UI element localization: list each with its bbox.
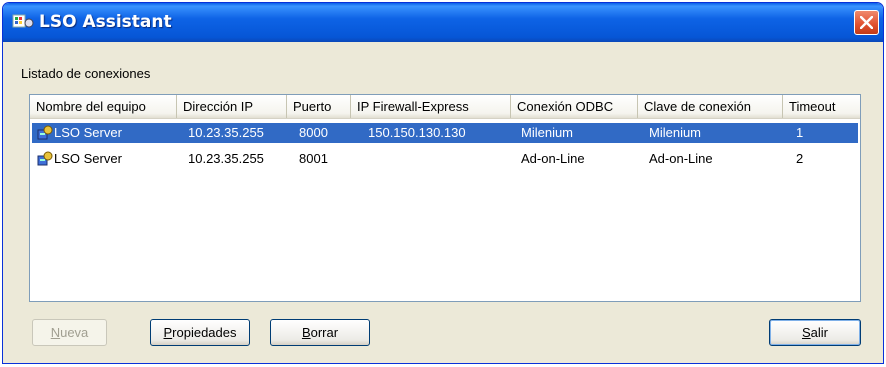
column-header-clave[interactable]: Clave de conexión [638, 95, 783, 118]
propiedades-button[interactable]: Propiedades [150, 319, 250, 346]
cell-timeout: 1 [796, 125, 804, 140]
list-header: Nombre del equipo Dirección IP Puerto IP… [30, 95, 860, 119]
lso-assistant-window: LSO Assistant Listado de conexiones Nomb… [2, 2, 884, 364]
column-header-timeout[interactable]: Timeout [783, 95, 860, 118]
column-header-odbc[interactable]: Conexión ODBC [511, 95, 638, 118]
cell-nombre: LSO Server [54, 125, 122, 140]
cell-timeout: 2 [796, 151, 804, 166]
nueva-mnemonic: N [50, 325, 61, 340]
nueva-button[interactable]: Nueva [32, 319, 107, 346]
server-connection-icon [37, 151, 53, 166]
borrar-button[interactable]: Borrar [270, 319, 370, 346]
close-icon [860, 16, 873, 29]
cell-firewall: 150.150.130.130 [368, 125, 466, 140]
nueva-label: ueva [60, 325, 89, 340]
table-row[interactable]: LSO Server 10.23.35.255 8000 150.150.130… [32, 123, 858, 143]
window-title: LSO Assistant [39, 12, 172, 32]
column-header-firewall[interactable]: IP Firewall-Express [351, 95, 511, 118]
connections-listview[interactable]: Nombre del equipo Dirección IP Puerto IP… [29, 94, 861, 302]
borrar-label: orrar [310, 325, 339, 340]
table-row[interactable]: LSO Server 10.23.35.255 8001 Ad-on-Line … [32, 149, 858, 169]
propiedades-label: ropiedades [172, 325, 237, 340]
column-header-ip[interactable]: Dirección IP [177, 95, 287, 118]
close-button[interactable] [854, 10, 879, 35]
salir-label: alir [810, 325, 828, 340]
salir-button[interactable]: Salir [769, 319, 861, 346]
cell-odbc: Ad-on-Line [521, 151, 585, 166]
cell-ip: 10.23.35.255 [188, 151, 264, 166]
lso-app-icon [12, 13, 34, 30]
cell-odbc: Milenium [521, 125, 574, 140]
cell-puerto: 8001 [299, 151, 328, 166]
server-connection-icon [37, 125, 53, 140]
column-header-nombre[interactable]: Nombre del equipo [30, 95, 177, 118]
propiedades-mnemonic: P [163, 325, 173, 340]
cell-clave: Milenium [649, 125, 702, 140]
cell-clave: Ad-on-Line [649, 151, 713, 166]
salir-mnemonic: S [801, 325, 811, 340]
borrar-mnemonic: B [301, 325, 311, 340]
column-header-puerto[interactable]: Puerto [287, 95, 351, 118]
connections-list-label: Listado de conexiones [21, 66, 151, 81]
cell-ip: 10.23.35.255 [188, 125, 264, 140]
cell-nombre: LSO Server [54, 151, 122, 166]
cell-puerto: 8000 [299, 125, 328, 140]
title-bar[interactable]: LSO Assistant [3, 3, 883, 42]
